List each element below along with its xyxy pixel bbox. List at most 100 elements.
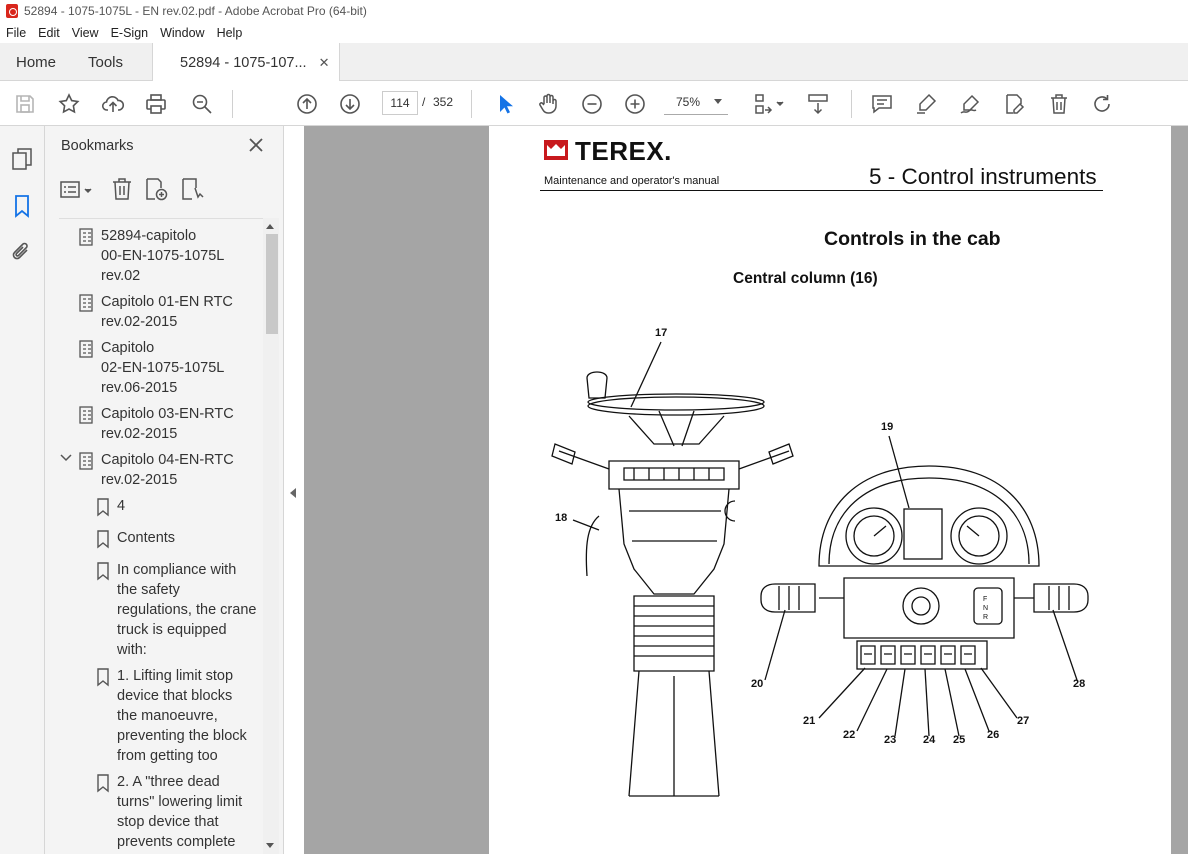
- central-column-drawing: 17 18 F N R 19 20 21 22 23 24 25 26 27 2…: [551, 327, 1089, 797]
- page-heading: Controls in the cab: [824, 228, 1001, 250]
- bookmark-item[interactable]: 52894-capitolo 00-EN-1075-1075L rev.02: [101, 226, 224, 286]
- callout-18: 18: [555, 512, 567, 524]
- tab-bar: Home Tools 52894 - 1075-107... ✕: [0, 43, 1188, 82]
- page-subheading: Central column (16): [733, 270, 878, 287]
- chevron-left-icon: [290, 488, 296, 498]
- pdf-page: TEREX. Maintenance and operator's manual…: [489, 126, 1171, 854]
- document-bookmark-icon: [79, 227, 95, 247]
- zoom-dropdown[interactable]: 75%: [664, 91, 728, 115]
- save-icon[interactable]: [12, 91, 38, 117]
- bookmark-item[interactable]: Contents: [117, 528, 175, 548]
- bookmark-item[interactable]: 1. Lifting limit stop device that blocks…: [117, 666, 247, 766]
- zoom-in-icon[interactable]: [622, 91, 648, 117]
- bookmark-item[interactable]: In compliance with the safety regulation…: [117, 560, 256, 660]
- upload-cloud-icon[interactable]: [100, 91, 126, 117]
- comment-icon[interactable]: [869, 91, 895, 117]
- delete-bookmark-icon[interactable]: [110, 176, 134, 202]
- bookmark-item[interactable]: 2. A "three dead turns" lowering limit s…: [117, 772, 242, 852]
- expand-chevron-icon[interactable]: [59, 451, 73, 465]
- page-number-input[interactable]: 114: [382, 91, 418, 115]
- highlight-pen-icon[interactable]: [913, 91, 939, 117]
- attachments-icon[interactable]: [9, 239, 35, 265]
- hand-tool-icon[interactable]: [535, 91, 561, 117]
- manual-subtitle: Maintenance and operator's manual: [544, 175, 720, 187]
- rotate-icon[interactable]: [1089, 91, 1115, 117]
- toolbar-divider: [851, 90, 852, 118]
- tab-document-label: 52894 - 1075-107...: [180, 54, 307, 71]
- bookmark-properties-icon[interactable]: [179, 176, 205, 202]
- menu-help[interactable]: Help: [211, 26, 249, 40]
- bookmark-item[interactable]: Capitolo 01-EN RTC rev.02-2015: [101, 292, 233, 332]
- bookmark-options-icon[interactable]: [59, 178, 97, 202]
- document-bookmark-icon: [79, 451, 95, 471]
- terex-logo-icon: [544, 140, 568, 160]
- callout-28: 28: [1073, 678, 1085, 690]
- delete-trash-icon[interactable]: [1046, 91, 1072, 117]
- tab-document[interactable]: 52894 - 1075-107... ✕: [152, 43, 341, 82]
- chevron-down-icon: [714, 99, 722, 104]
- toolbar-divider: [232, 90, 233, 118]
- select-cursor-icon[interactable]: [492, 91, 518, 117]
- bookmarks-title: Bookmarks: [61, 138, 134, 154]
- menu-file[interactable]: File: [0, 26, 32, 40]
- toolbar: 114 / 352 75%: [0, 81, 1188, 126]
- bookmark-item[interactable]: Capitolo 03-EN-RTC rev.02-2015: [101, 404, 234, 444]
- callout-22: 22: [843, 729, 855, 741]
- bookmark-ribbon-icon: [95, 773, 111, 793]
- zoom-value: 75%: [676, 95, 701, 109]
- bookmark-star-icon[interactable]: [56, 91, 82, 117]
- gear-letter-r: R: [983, 614, 988, 621]
- close-icon[interactable]: [247, 136, 265, 154]
- document-bookmark-icon: [79, 405, 95, 425]
- callout-20: 20: [751, 678, 763, 690]
- acrobat-logo-icon: [6, 4, 18, 18]
- page-separator: /: [422, 95, 426, 109]
- title-bar: 52894 - 1075-1075L - EN rev.02.pdf - Ado…: [0, 0, 1188, 22]
- next-page-icon[interactable]: [337, 91, 363, 117]
- page-thumbnails-icon[interactable]: [9, 146, 35, 172]
- bookmarks-tree: 52894-capitolo 00-EN-1075-1075L rev.02 C…: [59, 218, 263, 854]
- tab-tools[interactable]: Tools: [88, 43, 123, 81]
- chapter-title: 5 - Control instruments: [869, 164, 1097, 189]
- page-fit-icon[interactable]: [752, 91, 786, 117]
- bookmark-item[interactable]: Capitolo 04-EN-RTC rev.02-2015: [101, 450, 234, 490]
- scroll-down-icon[interactable]: [266, 843, 274, 848]
- bookmarks-scrollbar[interactable]: [263, 218, 279, 854]
- print-icon[interactable]: [143, 91, 169, 117]
- document-viewer[interactable]: TEREX. Maintenance and operator's manual…: [304, 126, 1188, 854]
- callout-21: 21: [803, 715, 815, 727]
- menu-window[interactable]: Window: [154, 26, 210, 40]
- bookmark-item[interactable]: 4: [117, 496, 125, 516]
- menu-esign[interactable]: E-Sign: [105, 26, 155, 40]
- zoom-search-icon[interactable]: [189, 91, 215, 117]
- menu-view[interactable]: View: [66, 26, 105, 40]
- callout-17: 17: [655, 327, 667, 339]
- gear-letter-n: N: [983, 605, 988, 612]
- zoom-out-icon[interactable]: [579, 91, 605, 117]
- scrollbar-thumb[interactable]: [266, 234, 278, 334]
- window-title: 52894 - 1075-1075L - EN rev.02.pdf - Ado…: [24, 4, 367, 18]
- menu-edit[interactable]: Edit: [32, 26, 66, 40]
- previous-page-icon[interactable]: [294, 91, 320, 117]
- sign-icon[interactable]: [957, 91, 983, 117]
- callout-27: 27: [1017, 715, 1029, 727]
- panel-collapse-handle[interactable]: [284, 126, 304, 854]
- tab-home[interactable]: Home: [16, 43, 56, 81]
- toolbar-divider: [471, 90, 472, 118]
- instrument-cluster-illustration: F N R: [760, 465, 1089, 670]
- new-bookmark-icon[interactable]: [143, 176, 169, 202]
- bookmarks-toolbar: [59, 176, 259, 204]
- bookmarks-panel-icon[interactable]: [9, 193, 35, 219]
- scroll-mode-icon[interactable]: [805, 91, 831, 117]
- steering-column-illustration: 17 18: [551, 327, 794, 797]
- close-tab-icon[interactable]: ✕: [319, 55, 330, 71]
- edit-pdf-icon[interactable]: [1001, 91, 1027, 117]
- brand-logo-text: TEREX.: [575, 136, 672, 166]
- navigation-rail: [0, 126, 45, 854]
- bookmark-item[interactable]: Capitolo 02-EN-1075-1075L rev.06-2015: [101, 338, 224, 398]
- bookmarks-panel: Bookmarks 52894-capitolo 00-EN-1075-1075…: [45, 126, 284, 854]
- page-total: 352: [433, 95, 454, 109]
- scroll-up-icon[interactable]: [266, 224, 274, 229]
- header-rule: [540, 190, 1103, 191]
- bookmark-ribbon-icon: [95, 529, 111, 549]
